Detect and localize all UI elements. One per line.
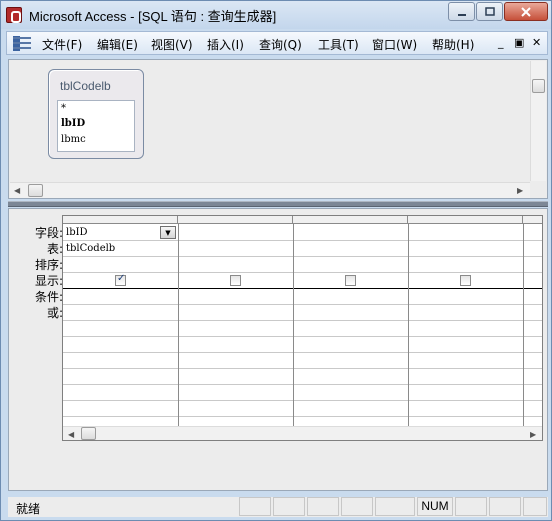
num-lock-indicator: NUM bbox=[417, 497, 453, 516]
query-design-grid[interactable]: lbID ▼ tblCodelb ◀ ▶ bbox=[62, 215, 543, 441]
menu-view[interactable]: 视图(V) bbox=[151, 36, 193, 53]
table-name: tblCodelb bbox=[60, 79, 111, 93]
row-label-sort: 排序: bbox=[34, 258, 63, 272]
show-checkbox[interactable] bbox=[230, 275, 241, 286]
minimize-button[interactable] bbox=[448, 2, 475, 21]
menu-query[interactable]: 查询(Q) bbox=[259, 36, 302, 53]
status-indicator bbox=[307, 497, 339, 516]
mdi-minimize-button[interactable]: _ bbox=[498, 36, 504, 49]
menu-file[interactable]: 文件(F) bbox=[42, 36, 82, 53]
status-indicator bbox=[455, 497, 487, 516]
scroll-left-arrow-icon[interactable]: ◀ bbox=[14, 186, 20, 196]
scroll-left-arrow-icon[interactable]: ◀ bbox=[68, 430, 74, 440]
row-label-field: 字段: bbox=[34, 226, 63, 240]
chevron-down-icon: ▼ bbox=[165, 229, 171, 237]
row-label-show: 显示: bbox=[34, 274, 63, 288]
field-item-all[interactable]: * bbox=[61, 103, 66, 114]
menu-help[interactable]: 帮助(H) bbox=[432, 36, 474, 53]
show-checkbox[interactable] bbox=[460, 275, 471, 286]
row-label-or: 或: bbox=[46, 306, 63, 320]
maximize-icon bbox=[484, 7, 495, 16]
mdi-close-button[interactable]: ✕ bbox=[532, 36, 541, 49]
table-pane-hscrollbar[interactable]: ◀ ▶ bbox=[10, 182, 530, 198]
row-label-table: 表: bbox=[46, 242, 63, 256]
table-pane-vscrollbar[interactable] bbox=[530, 61, 546, 181]
access-app-icon[interactable] bbox=[6, 7, 22, 23]
status-text: 就绪 bbox=[16, 502, 41, 516]
close-icon bbox=[521, 7, 531, 17]
field-item-lbmc[interactable]: lbmc bbox=[61, 134, 86, 145]
menu-insert[interactable]: 插入(I) bbox=[207, 36, 244, 53]
column-selector[interactable] bbox=[293, 216, 408, 224]
table-cell[interactable]: tblCodelb bbox=[66, 243, 115, 254]
title-bar[interactable]: Microsoft Access - [SQL 语句 : 查询生成器] bbox=[1, 1, 551, 29]
status-indicator bbox=[489, 497, 521, 516]
menu-bar: 文件(F) 编辑(E) 视图(V) 插入(I) 查询(Q) 工具(T) 窗口(W… bbox=[6, 31, 548, 55]
field-list: * lbID lbmc bbox=[57, 100, 135, 152]
menu-edit[interactable]: 编辑(E) bbox=[97, 36, 138, 53]
column-selector[interactable] bbox=[63, 216, 178, 224]
grid-hscrollbar[interactable]: ◀ ▶ bbox=[63, 426, 542, 440]
status-indicator bbox=[375, 497, 415, 516]
status-indicator bbox=[273, 497, 305, 516]
field-item-lbid[interactable]: lbID bbox=[61, 118, 85, 129]
access-window: Microsoft Access - [SQL 语句 : 查询生成器] 文件(F… bbox=[0, 0, 552, 521]
column-selector[interactable] bbox=[523, 216, 542, 224]
status-indicator bbox=[239, 497, 271, 516]
status-indicator bbox=[341, 497, 373, 516]
field-cell[interactable]: lbID bbox=[66, 227, 88, 238]
window-title: Microsoft Access - [SQL 语句 : 查询生成器] bbox=[29, 9, 277, 24]
show-checkbox[interactable] bbox=[115, 273, 126, 286]
table-pane: tblCodelb * lbID lbmc ◀ ▶ bbox=[8, 59, 548, 199]
column-selector[interactable] bbox=[178, 216, 293, 224]
grid-hscroll-thumb[interactable] bbox=[81, 427, 96, 440]
menu-window[interactable]: 窗口(W) bbox=[372, 36, 417, 53]
field-dropdown-button[interactable]: ▼ bbox=[160, 226, 176, 239]
scroll-right-arrow-icon[interactable]: ▶ bbox=[530, 430, 536, 440]
show-checkbox[interactable] bbox=[345, 275, 356, 286]
close-button[interactable] bbox=[504, 2, 548, 21]
vscroll-thumb[interactable] bbox=[532, 79, 545, 93]
design-grid-pane: 字段: 表: 排序: 显示: 条件: 或: lbID ▼ tblCodelb ✓… bbox=[8, 208, 548, 491]
maximize-button[interactable] bbox=[476, 2, 503, 21]
row-label-criteria: 条件: bbox=[34, 290, 63, 304]
menu-tools[interactable]: 工具(T) bbox=[318, 36, 359, 53]
column-selector[interactable] bbox=[408, 216, 523, 224]
query-window-icon[interactable] bbox=[13, 36, 31, 51]
scroll-right-arrow-icon[interactable]: ▶ bbox=[517, 186, 523, 196]
mdi-restore-button[interactable]: ▣ bbox=[514, 36, 524, 49]
status-indicator bbox=[523, 497, 547, 516]
minimize-icon bbox=[457, 14, 466, 16]
hscroll-thumb[interactable] bbox=[28, 184, 43, 197]
pane-splitter[interactable] bbox=[8, 201, 548, 207]
status-bar: 就绪 NUM bbox=[8, 497, 548, 517]
table-field-list-window[interactable]: tblCodelb * lbID lbmc bbox=[48, 69, 144, 159]
